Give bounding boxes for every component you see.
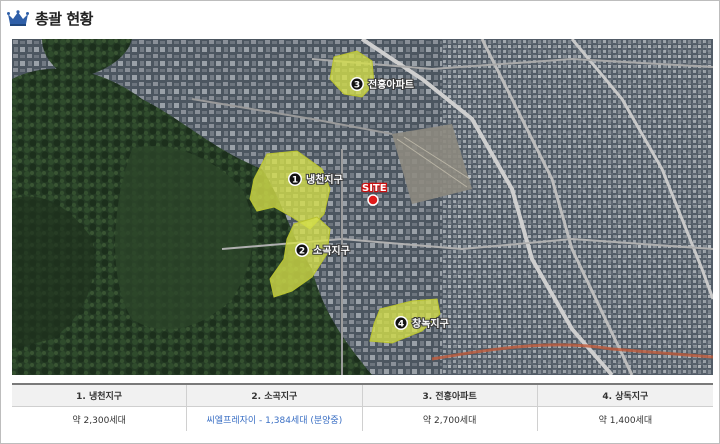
area-4-label: 창녹지구 bbox=[412, 317, 449, 330]
area-3-label: 전홍아파트 bbox=[368, 78, 414, 91]
svg-text:2: 2 bbox=[299, 247, 305, 257]
table-header-cell: 2. 소곡지구 bbox=[187, 385, 363, 407]
table-header-cell: 3. 전홍아파트 bbox=[362, 385, 538, 407]
area-4-marker[interactable]: 4 창녹지구 bbox=[394, 316, 450, 331]
table-cell: 약 2,700세대 bbox=[362, 407, 538, 431]
svg-text:4: 4 bbox=[398, 320, 404, 330]
satellite-map[interactable]: 1 냉천지구 2 소곡지구 3 전홍아파트 4 창녹지구 SITE bbox=[12, 39, 713, 375]
map-canvas: 1 냉천지구 2 소곡지구 3 전홍아파트 4 창녹지구 SITE bbox=[12, 39, 713, 375]
area-2-marker[interactable]: 2 소곡지구 bbox=[295, 243, 351, 258]
table-cell-link[interactable]: 씨엘프레자이 - 1,384세대 (분양중) bbox=[187, 407, 363, 431]
summary-table: 1. 냉천지구 2. 소곡지구 3. 전홍아파트 4. 상독지구 약 2,300… bbox=[12, 383, 713, 431]
area-1-label: 냉천지구 bbox=[306, 173, 343, 186]
table-header-cell: 4. 상독지구 bbox=[537, 385, 713, 407]
area-1-marker[interactable]: 1 냉천지구 bbox=[288, 172, 344, 187]
svg-text:3: 3 bbox=[354, 81, 360, 91]
area-2-label: 소곡지구 bbox=[313, 244, 350, 257]
page-frame: 총괄 현황 1 냉천지구 2 소곡지구 3 전홍아파트 4 창녹지구 SITE … bbox=[0, 0, 720, 444]
table-cell: 약 1,400세대 bbox=[537, 407, 713, 431]
page-title: 총괄 현황 bbox=[35, 9, 93, 28]
area-3-marker[interactable]: 3 전홍아파트 bbox=[350, 77, 415, 92]
table-header-cell: 1. 냉천지구 bbox=[12, 385, 188, 407]
table-cell: 약 2,300세대 bbox=[12, 407, 188, 431]
site-label: SITE bbox=[362, 183, 387, 194]
svg-text:1: 1 bbox=[292, 176, 298, 186]
crown-icon bbox=[7, 10, 29, 26]
site-dot bbox=[367, 194, 379, 206]
header: 총괄 현황 bbox=[7, 5, 93, 31]
